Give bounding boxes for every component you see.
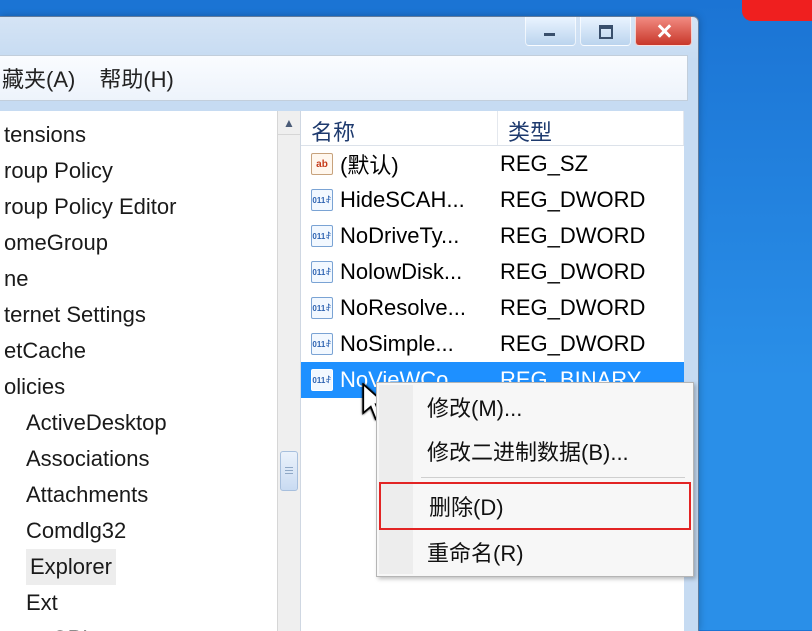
context-menu-item[interactable]: 删除(D) — [379, 482, 691, 530]
table-row[interactable]: HideSCAH...REG_DWORD — [301, 182, 684, 218]
gripper-icon — [285, 467, 293, 475]
row-type: REG_DWORD — [500, 331, 645, 357]
context-menu: 修改(M)...修改二进制数据(B)... 删除(D)重命名(R) — [376, 382, 694, 577]
col-header-name[interactable]: 名称 — [301, 111, 498, 145]
minimize-button[interactable] — [525, 17, 576, 46]
binary-value-icon — [311, 225, 333, 247]
table-row[interactable]: NoDriveTy...REG_DWORD — [301, 218, 684, 254]
row-type: REG_SZ — [500, 151, 588, 177]
tree-item[interactable]: roup Policy Editor — [0, 189, 300, 225]
binary-value-icon — [311, 189, 333, 211]
context-menu-item[interactable]: 修改(M)... — [379, 385, 691, 429]
tree-item[interactable]: Ext — [0, 585, 300, 621]
list-pane[interactable]: 名称 类型 (默认)REG_SZHideSCAH...REG_DWORDNoDr… — [301, 111, 684, 631]
table-row[interactable]: (默认)REG_SZ — [301, 146, 684, 182]
row-name: (默认) — [340, 148, 500, 180]
table-row[interactable]: NoSimple...REG_DWORD — [301, 326, 684, 362]
context-menu-separator — [421, 477, 685, 478]
tree-item[interactable]: omeGroup — [0, 225, 300, 261]
col-header-type[interactable]: 类型 — [498, 111, 684, 145]
list-rows: (默认)REG_SZHideSCAH...REG_DWORDNoDriveTy.… — [301, 146, 684, 398]
table-row[interactable]: NolowDisk...REG_DWORD — [301, 254, 684, 290]
tree-item[interactable]: ne — [0, 261, 300, 297]
close-icon — [656, 23, 672, 39]
top-red-corner — [742, 0, 812, 21]
minimize-icon — [544, 24, 558, 38]
tree-item[interactable]: roup Policy — [0, 153, 300, 189]
close-button[interactable] — [635, 17, 692, 46]
context-menu-item[interactable]: 重命名(R) — [379, 530, 691, 574]
maximize-icon — [599, 25, 613, 39]
tree-item[interactable]: Attachments — [0, 477, 300, 513]
binary-value-icon — [311, 369, 333, 391]
registry-editor-window: 藏夹(A) 帮助(H) tensionsroup Policyroup Poli… — [0, 16, 699, 631]
tree-scrollbar[interactable]: ▲ — [277, 111, 300, 631]
row-name: NolowDisk... — [340, 259, 500, 285]
menubar: 藏夹(A) 帮助(H) — [0, 55, 688, 101]
tree-item-label: Explorer — [26, 549, 116, 585]
tree-item[interactable]: Explorer — [0, 549, 300, 585]
menu-help[interactable]: 帮助(H) — [99, 62, 174, 94]
context-menu-item[interactable]: 修改二进制数据(B)... — [379, 429, 691, 473]
row-type: REG_DWORD — [500, 187, 645, 213]
row-type: REG_DWORD — [500, 259, 645, 285]
row-name: HideSCAH... — [340, 187, 500, 213]
tree-item[interactable]: tensions — [0, 117, 300, 153]
tree-item[interactable]: ActiveDesktop — [0, 405, 300, 441]
scroll-thumb[interactable] — [280, 451, 298, 491]
tree-list: tensionsroup Policyroup Policy Editorome… — [0, 111, 300, 631]
binary-value-icon — [311, 333, 333, 355]
row-name: NoDriveTy... — [340, 223, 500, 249]
row-name: NoResolve... — [340, 295, 500, 321]
row-type: REG_DWORD — [500, 295, 645, 321]
tree-item[interactable]: olicies — [0, 369, 300, 405]
tree-item[interactable]: Comdlg32 — [0, 513, 300, 549]
tree-pane[interactable]: tensionsroup Policyroup Policy Editorome… — [0, 111, 301, 631]
tree-item[interactable]: etCache — [0, 333, 300, 369]
list-header: 名称 类型 — [301, 111, 684, 146]
tree-item[interactable]: ternet Settings — [0, 297, 300, 333]
maximize-button[interactable] — [580, 17, 631, 46]
caption-buttons — [521, 17, 692, 46]
row-name: NoSimple... — [340, 331, 500, 357]
binary-value-icon — [311, 297, 333, 319]
client-area: tensionsroup Policyroup Policy Editorome… — [0, 111, 684, 631]
binary-value-icon — [311, 261, 333, 283]
string-value-icon — [311, 153, 333, 175]
menu-favorites[interactable]: 藏夹(A) — [2, 62, 75, 94]
tree-item[interactable]: Associations — [0, 441, 300, 477]
table-row[interactable]: NoResolve...REG_DWORD — [301, 290, 684, 326]
row-type: REG_DWORD — [500, 223, 645, 249]
scroll-up-arrow-icon[interactable]: ▲ — [278, 111, 300, 135]
